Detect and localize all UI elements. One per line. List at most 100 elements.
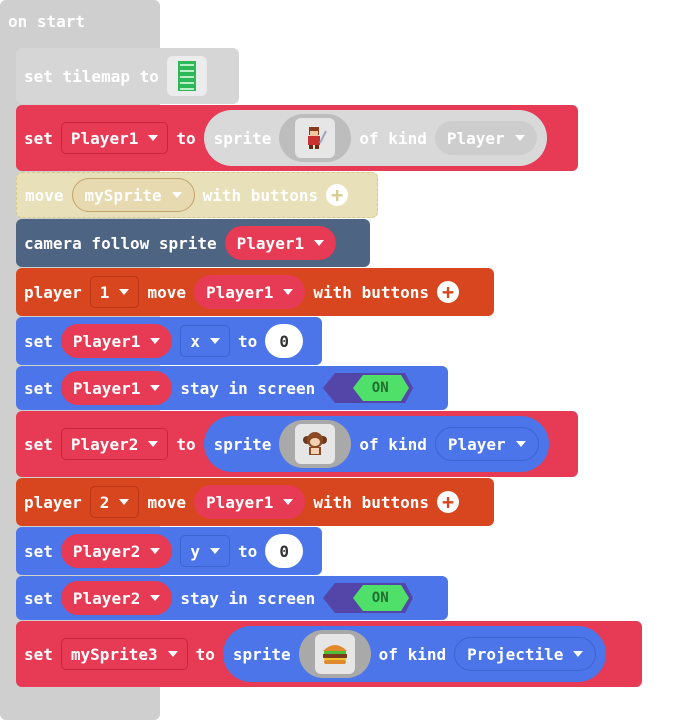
chevron-down-icon (167, 651, 178, 657)
swordsman-sprite-icon (308, 127, 328, 149)
chevron-down-icon (119, 499, 130, 505)
to-keyword: to (195, 644, 215, 664)
stay-in-screen-label: stay in screen (180, 378, 316, 398)
toggle-shape-icon (323, 583, 414, 613)
set-player1-sprite-block[interactable]: set Player1 to sprite of kind Player (16, 105, 578, 171)
move-mysprite-block[interactable]: move mySprite with buttons + (16, 172, 378, 218)
player-number-dropdown[interactable]: 2 (89, 486, 140, 518)
property-name: x (190, 331, 200, 351)
set-keyword: set (24, 378, 53, 398)
set-player1-x-block[interactable]: set Player1 x to 0 (16, 317, 322, 365)
plus-icon[interactable]: + (437, 491, 459, 513)
kind-dropdown[interactable]: Player (434, 427, 539, 461)
player-number-dropdown[interactable]: 1 (89, 276, 140, 308)
variable-dropdown[interactable]: Player1 (193, 485, 306, 519)
camera-follow-label: camera follow sprite (24, 233, 217, 253)
set-player2-sprite-block[interactable]: set Player2 to sprite of kind Player (16, 411, 578, 477)
plus-icon[interactable]: + (437, 281, 459, 303)
sprite-image-picker[interactable] (279, 114, 352, 162)
property-name: y (190, 541, 200, 561)
chevron-down-icon (283, 289, 294, 295)
chevron-down-icon (573, 651, 584, 657)
on-off-toggle[interactable]: ON (323, 373, 414, 403)
sprite-image-picker[interactable] (298, 630, 371, 678)
variable-dropdown[interactable]: Player1 (60, 371, 173, 405)
tilemap-thumbnail[interactable] (166, 56, 207, 96)
sprite-keyword: sprite (213, 434, 272, 454)
player2-stay-in-screen-block[interactable]: set Player2 stay in screen ON (16, 576, 448, 620)
variable-name: mySprite (84, 185, 162, 205)
property-dropdown[interactable]: x (180, 325, 230, 357)
variable-dropdown[interactable]: mySprite3 (60, 638, 188, 670)
kind-dropdown[interactable]: Player (434, 121, 537, 155)
stay-in-screen-label: stay in screen (180, 588, 316, 608)
variable-name: Player1 (236, 233, 305, 253)
variable-dropdown[interactable]: mySprite (71, 178, 195, 212)
sprite-of-kind-reporter[interactable]: sprite of kind Projectile (222, 626, 607, 682)
chevron-down-icon (148, 441, 159, 447)
variable-dropdown[interactable]: Player1 (193, 275, 306, 309)
property-dropdown[interactable]: y (180, 535, 230, 567)
set-mysprite3-block[interactable]: set mySprite3 to sprite of kind Projecti… (16, 621, 642, 687)
tilemap-icon (177, 61, 196, 91)
move-keyword: move (147, 492, 186, 512)
variable-dropdown[interactable]: Player2 (60, 581, 173, 615)
set-keyword: set (24, 434, 53, 454)
set-player2-y-block[interactable]: set Player2 y to 0 (16, 527, 322, 575)
sprite-image-picker[interactable] (279, 420, 352, 468)
chevron-down-icon (209, 548, 220, 554)
toggle-state: ON (371, 590, 389, 606)
variable-name: Player1 (205, 492, 274, 512)
sprite-of-kind-reporter[interactable]: sprite of kind Player (203, 110, 547, 166)
variable-dropdown[interactable]: Player2 (60, 428, 169, 460)
on-start-label: on start (8, 12, 86, 31)
with-buttons-label: with buttons (202, 185, 319, 205)
kind-name: Player (447, 434, 506, 454)
player1-stay-in-screen-block[interactable]: set Player1 stay in screen ON (16, 366, 448, 410)
chevron-down-icon (148, 135, 159, 141)
of-kind-keyword: of kind (359, 128, 427, 148)
sprite-keyword: sprite (213, 128, 272, 148)
value-input[interactable]: 0 (265, 324, 304, 358)
variable-dropdown[interactable]: Player1 (60, 324, 173, 358)
value-input[interactable]: 0 (265, 534, 304, 568)
variable-dropdown[interactable]: Player2 (60, 534, 173, 568)
kind-dropdown[interactable]: Projectile (454, 637, 597, 671)
with-buttons-label: with buttons (313, 492, 429, 512)
sprite-frame (295, 424, 336, 464)
move-keyword: move (147, 282, 186, 302)
of-kind-keyword: of kind (359, 434, 427, 454)
chevron-down-icon (119, 289, 130, 295)
variable-dropdown[interactable]: Player1 (224, 226, 337, 260)
toggle-shape-icon (323, 373, 414, 403)
chevron-down-icon (515, 441, 526, 447)
with-buttons-label: with buttons (313, 282, 429, 302)
set-keyword: set (24, 644, 53, 664)
variable-name: Player2 (72, 588, 141, 608)
chevron-down-icon (171, 192, 182, 198)
variable-dropdown[interactable]: Player1 (60, 122, 169, 154)
chevron-down-icon (150, 548, 161, 554)
chevron-down-icon (209, 338, 220, 344)
plus-icon[interactable]: + (326, 184, 349, 206)
variable-name: Player1 (72, 378, 141, 398)
sprite-frame (295, 118, 336, 158)
sprite-of-kind-reporter[interactable]: sprite of kind Player (203, 416, 549, 472)
on-off-toggle[interactable]: ON (323, 583, 414, 613)
camera-follow-block[interactable]: camera follow sprite Player1 (16, 219, 370, 267)
to-keyword: to (237, 541, 258, 561)
of-kind-keyword: of kind (378, 644, 447, 664)
set-tilemap-block[interactable]: set tilemap to (16, 48, 239, 104)
set-keyword: set (24, 128, 53, 148)
sprite-keyword: sprite (232, 644, 291, 664)
chevron-down-icon (514, 135, 525, 141)
kind-name: Projectile (467, 644, 564, 664)
player-keyword: player (24, 282, 82, 302)
player1-move-block[interactable]: player 1 move Player1 with buttons + (16, 268, 494, 316)
variable-name: Player1 (205, 282, 274, 302)
chevron-down-icon (283, 499, 294, 505)
chevron-down-icon (150, 385, 161, 391)
player-number: 1 (99, 282, 110, 302)
player2-move-block[interactable]: player 2 move Player1 with buttons + (16, 478, 494, 526)
set-keyword: set (24, 541, 53, 561)
